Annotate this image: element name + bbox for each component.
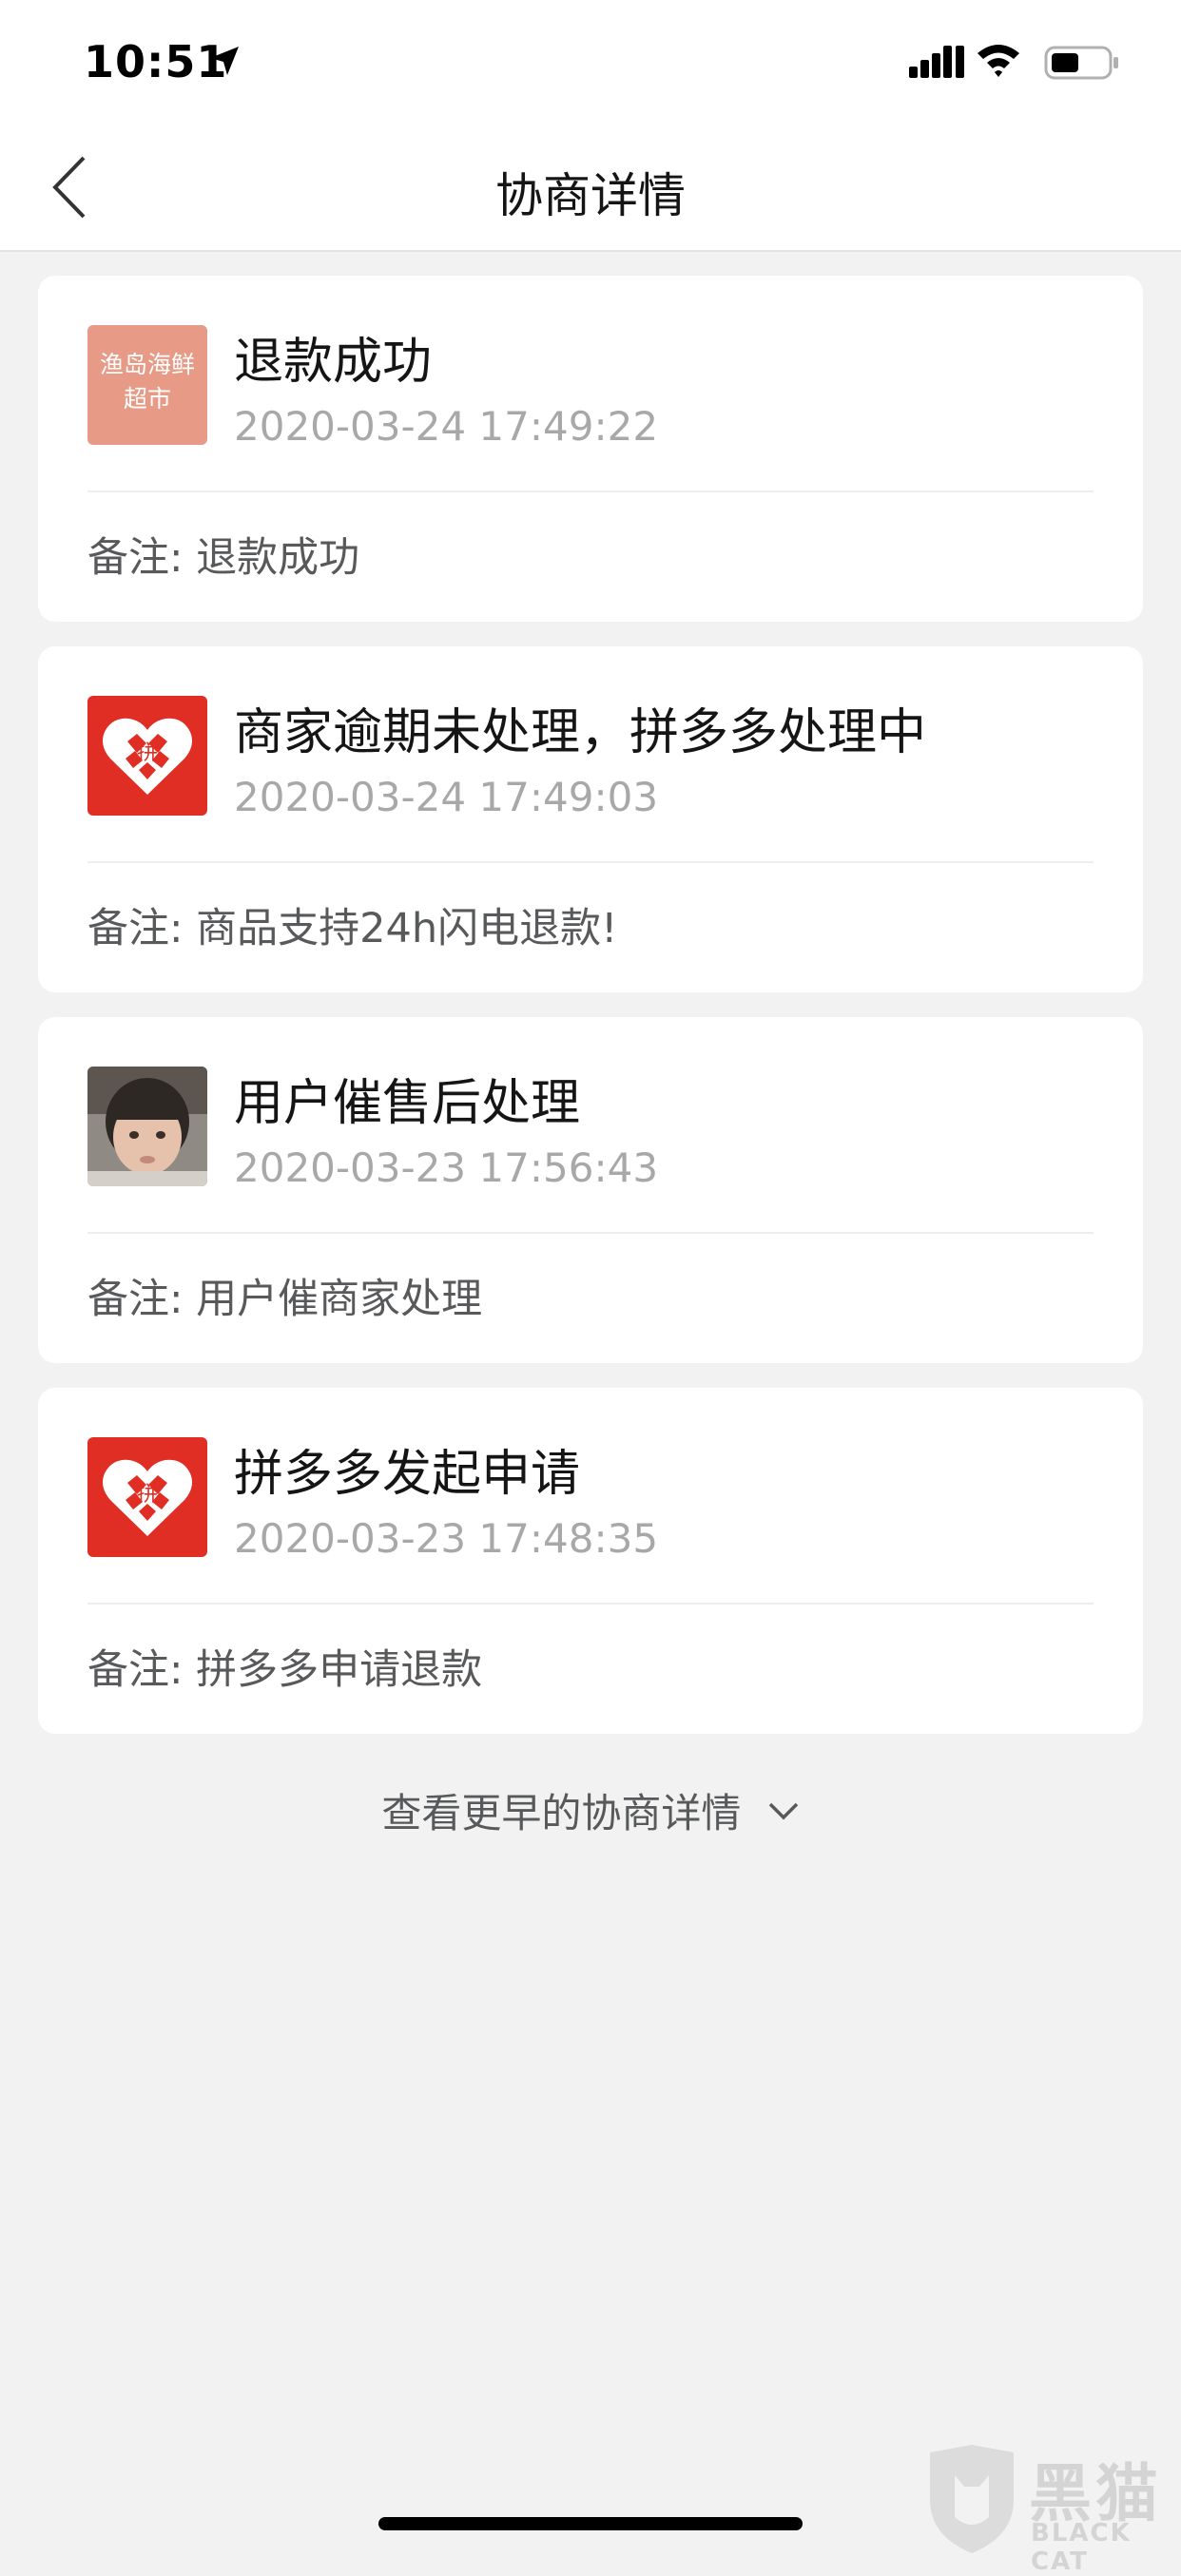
watermark-subtext: BLACK CAT	[1031, 2519, 1132, 2576]
chevron-down-icon	[768, 1802, 798, 1819]
event-title: 拼多多发起申请	[234, 1446, 581, 1503]
divider	[87, 1603, 1094, 1605]
pinduoduo-logo-icon: 拼	[87, 696, 207, 816]
battery-icon	[1044, 46, 1118, 80]
wifi-icon	[978, 45, 1019, 77]
event-timestamp: 2020-03-24 17:49:22	[234, 403, 659, 450]
home-indicator[interactable]	[378, 2517, 803, 2530]
negotiation-event-card: 拼 商家逾期未处理，拼多多处理中 2020-03-24 17:49:03 备注:…	[38, 646, 1143, 992]
event-timestamp: 2020-03-24 17:49:03	[234, 774, 659, 820]
event-title: 退款成功	[234, 334, 433, 391]
black-cat-shield-icon	[930, 2445, 1014, 2553]
event-note: 备注: 拼多多申请退款	[87, 1646, 483, 1694]
svg-text:拼: 拼	[137, 741, 158, 765]
cellular-signal-icon	[909, 46, 964, 78]
event-title: 商家逾期未处理，拼多多处理中	[234, 704, 927, 761]
svg-text:拼: 拼	[137, 1483, 158, 1507]
divider	[87, 861, 1094, 863]
pinduoduo-logo-icon: 拼	[87, 1437, 207, 1557]
event-note: 备注: 用户催商家处理	[87, 1276, 483, 1323]
top-bar: 10:51 协商详情	[0, 0, 1181, 252]
divider	[87, 1232, 1094, 1234]
view-earlier-details-link[interactable]: 查看更早的协商详情	[0, 1781, 1181, 1839]
status-time: 10:51	[84, 36, 228, 87]
user-avatar-photo	[87, 1067, 207, 1186]
divider	[87, 490, 1094, 492]
event-note: 备注: 退款成功	[87, 534, 360, 582]
event-note: 备注: 商品支持24h闪电退款!	[87, 905, 618, 952]
shop-avatar: 渔岛海鲜 超市	[87, 325, 207, 445]
event-title: 用户催售后处理	[234, 1075, 581, 1132]
view-earlier-label: 查看更早的协商详情	[381, 1790, 742, 1836]
event-timestamp: 2020-03-23 17:56:43	[234, 1144, 659, 1191]
negotiation-event-card: 渔岛海鲜 超市 退款成功 2020-03-24 17:49:22 备注: 退款成…	[38, 276, 1143, 622]
negotiation-event-card: 拼 拼多多发起申请 2020-03-23 17:48:35 备注: 拼多多申请退…	[38, 1388, 1143, 1734]
black-cat-watermark: 黑猫 BLACK CAT	[922, 2443, 1181, 2576]
location-arrow-icon	[210, 47, 239, 75]
event-timestamp: 2020-03-23 17:48:35	[234, 1515, 659, 1562]
negotiation-event-card: 用户催售后处理 2020-03-23 17:56:43 备注: 用户催商家处理	[38, 1017, 1143, 1363]
page-title: 协商详情	[495, 168, 686, 223]
